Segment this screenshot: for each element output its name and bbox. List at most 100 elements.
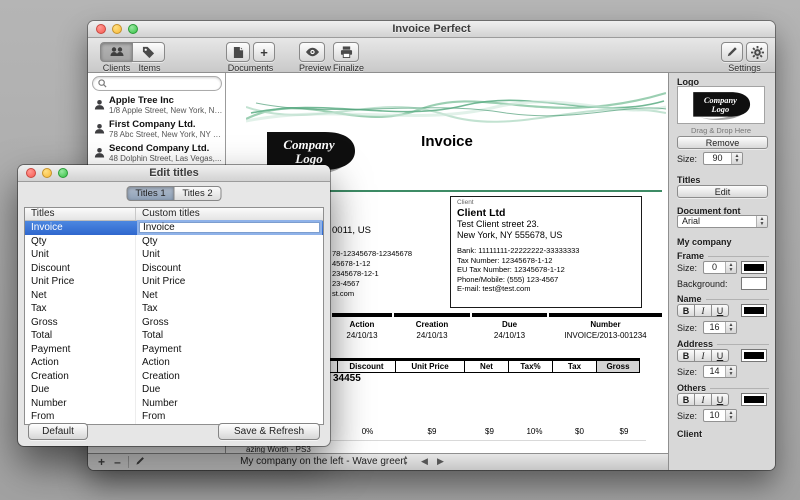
frame-size-stepper[interactable]: 0 ▲ ▼ — [703, 261, 737, 274]
titles-row[interactable]: From From — [25, 410, 323, 424]
others-size-stepper[interactable]: 10 ▲ ▼ — [703, 409, 737, 422]
custom-title-cell[interactable]: Qty — [135, 234, 323, 248]
custom-title-cell[interactable]: Tax — [135, 302, 323, 316]
address-size-stepper[interactable]: 14 ▲ ▼ — [703, 365, 737, 378]
edit-client-button[interactable] — [132, 455, 147, 469]
titles-row[interactable]: Action Action — [25, 356, 323, 370]
underline-button[interactable]: U — [711, 304, 729, 317]
settings-edit-button[interactable] — [721, 42, 743, 62]
logo-size-stepper[interactable]: 90 ▲ ▼ — [703, 152, 743, 165]
meta-bar — [549, 313, 662, 317]
stepper-arrows-icon[interactable]: ▲ ▼ — [731, 153, 742, 164]
titles-row[interactable]: Creation Creation — [25, 369, 323, 383]
list-item[interactable]: Apple Tree Inc 1/8 Apple Street, New Yor… — [88, 93, 225, 117]
titles-row[interactable]: Qty Qty — [25, 234, 323, 248]
bold-button[interactable]: B — [677, 349, 695, 362]
underline-button[interactable]: U — [711, 349, 729, 362]
custom-title-cell[interactable]: Unit — [135, 248, 323, 262]
name-size-stepper[interactable]: 16 ▲ ▼ — [703, 321, 737, 334]
edit-titles-button[interactable]: Edit — [677, 185, 768, 198]
list-item[interactable]: Second Company Ltd. 48 Dolphin Street, L… — [88, 141, 225, 165]
titles-row[interactable]: Total Total — [25, 329, 323, 343]
default-button[interactable]: Default — [28, 423, 88, 440]
name-subtitle: Name — [677, 294, 769, 304]
background-color-well[interactable] — [741, 277, 767, 290]
search-input[interactable] — [110, 78, 216, 89]
underline-button[interactable]: U — [711, 393, 729, 406]
titles-row[interactable]: Net Net — [25, 288, 323, 302]
printer-icon — [340, 46, 353, 58]
documents-button[interactable] — [226, 42, 250, 62]
column-header-custom[interactable]: Custom titles — [135, 208, 323, 220]
custom-title-cell[interactable]: Creation — [135, 369, 323, 383]
stepper-arrows-icon[interactable]: ▲ ▼ — [725, 322, 736, 333]
meta-bar — [394, 313, 470, 317]
address-color-well[interactable] — [741, 349, 767, 362]
prev-template-button[interactable]: ◀ — [421, 456, 428, 467]
meta-header: Creation — [415, 320, 449, 329]
stepper-arrows-icon[interactable]: ▲ ▼ — [725, 262, 736, 273]
address-size-label: Size: — [677, 367, 698, 377]
bold-button[interactable]: B — [677, 393, 695, 406]
titles-row[interactable]: Unit Unit — [25, 248, 323, 262]
name-color-well[interactable] — [741, 304, 767, 317]
italic-button[interactable]: I — [694, 349, 712, 362]
list-item[interactable]: First Company Ltd. 78 Abc Street, New Yo… — [88, 117, 225, 141]
name-size-label: Size: — [677, 323, 698, 333]
custom-title-cell[interactable]: Gross — [135, 315, 323, 329]
titles-row[interactable]: Discount Discount — [25, 261, 323, 275]
frame-color-well[interactable] — [741, 261, 767, 274]
eye-icon — [305, 47, 320, 57]
titles-row[interactable]: Tax Tax — [25, 302, 323, 316]
tab-titles-1[interactable]: Titles 1 — [126, 186, 175, 201]
custom-title-cell[interactable]: Payment — [135, 342, 323, 356]
custom-title-cell[interactable]: Number — [135, 396, 323, 410]
custom-title-input[interactable]: Invoice — [135, 221, 323, 235]
titles-row[interactable]: Number Number — [25, 396, 323, 410]
client-box-label: Client — [457, 199, 474, 206]
custom-title-cell[interactable]: Unit Price — [135, 275, 323, 289]
custom-title-cell[interactable]: Due — [135, 383, 323, 397]
next-template-button[interactable]: ▶ — [437, 456, 444, 467]
titles-row[interactable]: Invoice Invoice — [25, 221, 323, 235]
titles-row[interactable]: Unit Price Unit Price — [25, 275, 323, 289]
titles-row[interactable]: Payment Payment — [25, 342, 323, 356]
custom-title-cell[interactable]: Discount — [135, 261, 323, 275]
remove-client-button[interactable]: – — [110, 455, 125, 469]
search-field[interactable] — [92, 76, 222, 91]
stepper-arrows-icon[interactable]: ▲ ▼ — [725, 366, 736, 377]
italic-button[interactable]: I — [694, 393, 712, 406]
column-header-titles[interactable]: Titles — [25, 208, 135, 220]
settings-gear-button[interactable] — [746, 42, 768, 62]
custom-title-cell[interactable]: Total — [135, 329, 323, 343]
new-document-button[interactable]: + — [253, 42, 275, 62]
logo-dropzone[interactable]: Company Logo — [677, 86, 765, 124]
address-style-buttons: B I U — [677, 349, 729, 362]
titles-row[interactable]: Due Due — [25, 383, 323, 397]
logo-thumbnail: Company Logo — [693, 92, 751, 120]
others-color-well[interactable] — [741, 393, 767, 406]
bold-button[interactable]: B — [677, 304, 695, 317]
custom-title-cell[interactable]: From — [135, 410, 323, 424]
items-button[interactable] — [132, 42, 165, 62]
titles-row[interactable]: Gross Gross — [25, 315, 323, 329]
person-icon — [94, 121, 105, 139]
tab-titles-2[interactable]: Titles 2 — [173, 186, 222, 201]
italic-button[interactable]: I — [694, 304, 712, 317]
stepper-arrows-icon[interactable]: ▲ ▼ — [756, 216, 767, 227]
dialog-titlebar[interactable]: Edit titles — [18, 165, 330, 182]
save-refresh-button[interactable]: Save & Refresh — [218, 423, 320, 440]
custom-title-cell[interactable]: Action — [135, 356, 323, 370]
preview-button[interactable] — [299, 42, 325, 62]
client-address: 78 Abc Street, New York, NY 1... — [109, 130, 223, 139]
stepper-arrows-icon[interactable]: ▲ ▼ — [725, 410, 736, 421]
remove-logo-button[interactable]: Remove — [677, 136, 768, 149]
template-stepper[interactable]: ▲ ▼ — [403, 455, 408, 467]
clients-button[interactable] — [100, 42, 133, 62]
finalize-button[interactable] — [333, 42, 359, 62]
add-client-button[interactable]: + — [94, 455, 109, 469]
document-font-select[interactable]: Arial ▲ ▼ — [677, 215, 768, 228]
main-titlebar[interactable]: Invoice Perfect — [88, 21, 775, 38]
custom-title-cell[interactable]: Net — [135, 288, 323, 302]
title-cell: Unit Price — [31, 276, 75, 287]
